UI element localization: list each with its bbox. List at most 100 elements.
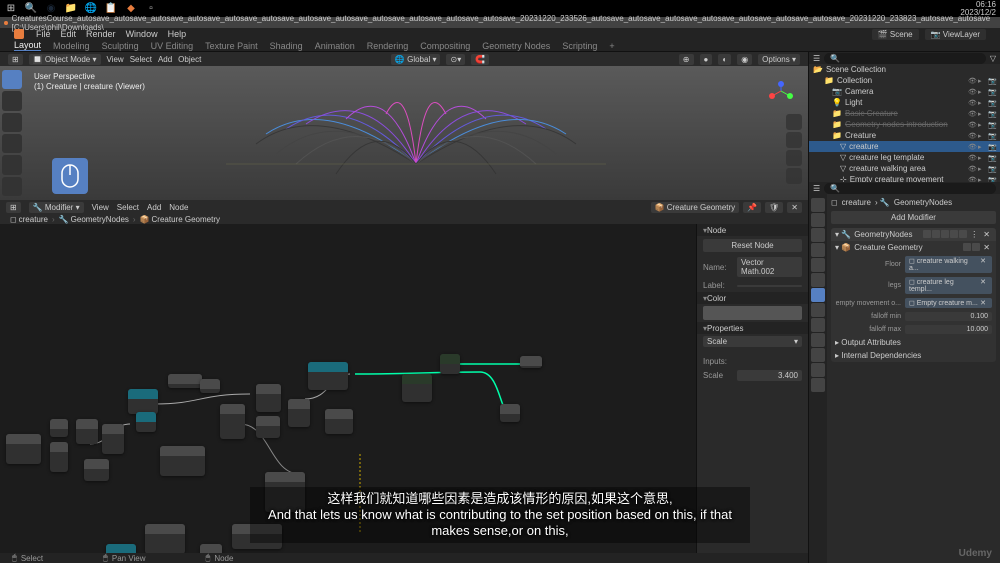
ne-menu-select[interactable]: Select — [117, 203, 139, 212]
node-editor-canvas[interactable]: Node Reset Node Name: Vector Math.002 La… — [0, 224, 808, 563]
node[interactable] — [160, 446, 205, 476]
add-modifier-button[interactable]: Add Modifier — [831, 211, 996, 224]
node[interactable] — [6, 434, 41, 464]
ng-icon[interactable] — [963, 243, 971, 251]
eye-icon[interactable]: 👁 — [968, 143, 976, 151]
menu-file[interactable]: File — [36, 29, 51, 39]
node[interactable] — [500, 404, 520, 422]
ne-menu-add[interactable]: Add — [147, 203, 161, 212]
render-icon[interactable]: 📷 — [988, 88, 996, 96]
pivot-dropdown[interactable]: ⊙▾ — [446, 54, 465, 65]
modifier-section[interactable]: ▸ Output Attributes — [831, 336, 996, 349]
tab-sculpting[interactable]: Sculpting — [102, 41, 139, 51]
perspective-tool-icon[interactable] — [786, 168, 802, 184]
node[interactable] — [50, 419, 68, 437]
node[interactable] — [256, 384, 281, 412]
pin-icon[interactable]: 📌 — [743, 202, 761, 213]
reset-node-button[interactable]: Reset Node — [703, 239, 802, 252]
node[interactable] — [232, 524, 282, 549]
node[interactable] — [76, 419, 98, 444]
select-icon[interactable]: ▸ — [978, 154, 986, 162]
eye-icon[interactable]: 👁 — [968, 99, 976, 107]
node[interactable] — [265, 472, 305, 512]
props-type-icon[interactable]: ☰ — [813, 184, 820, 193]
node-color-swatch[interactable] — [703, 306, 802, 320]
tool-select[interactable] — [2, 70, 22, 89]
ptab-output[interactable] — [811, 213, 825, 227]
select-icon[interactable]: ▸ — [978, 143, 986, 151]
node[interactable] — [84, 459, 109, 481]
node[interactable] — [440, 354, 460, 374]
clear-icon[interactable]: ✕ — [978, 257, 988, 272]
editor-type-icon[interactable]: ⊞ — [6, 202, 21, 213]
tool-cursor[interactable] — [2, 91, 22, 110]
options-dropdown[interactable]: Options ▾ — [758, 54, 800, 65]
eye-icon[interactable]: 👁 — [968, 165, 976, 173]
ptab-view[interactable] — [811, 228, 825, 242]
panel-props-title[interactable]: Properties — [697, 322, 808, 334]
outliner-item[interactable]: 📁 Basic Creature👁▸📷 — [809, 108, 1000, 119]
input-value[interactable]: ◻ creature walking a...✕ — [905, 256, 992, 273]
tab-add[interactable]: + — [609, 41, 614, 51]
mod-render-icon[interactable] — [941, 230, 949, 238]
render-icon[interactable]: 📷 — [988, 132, 996, 140]
eye-icon[interactable]: 👁 — [968, 110, 976, 118]
mod-menu-icon[interactable]: ⋮ — [968, 230, 980, 239]
eye-icon[interactable]: 👁 — [968, 132, 976, 140]
node[interactable] — [520, 356, 542, 368]
modifier-dropdown[interactable]: 🔧 Modifier ▾ — [29, 202, 84, 213]
select-icon[interactable]: ▸ — [978, 88, 986, 96]
panel-node-title[interactable]: Node — [697, 224, 808, 236]
node[interactable] — [256, 416, 280, 438]
tab-texturepaint[interactable]: Texture Paint — [205, 41, 258, 51]
crumb-modifier[interactable]: 🔧 GeometryNodes — [59, 215, 129, 224]
render-icon[interactable]: 📷 — [988, 165, 996, 173]
editor-type-dropdown[interactable]: ⊞ — [8, 54, 23, 65]
panel-color-title[interactable]: Color — [697, 292, 808, 304]
outliner-item-label[interactable]: Scene Collection — [826, 65, 886, 74]
shading-solid[interactable]: ● — [700, 54, 713, 65]
modifier-section[interactable]: ▸ Internal Dependencies — [831, 349, 996, 362]
ptab-render[interactable] — [811, 198, 825, 212]
ptab-particle[interactable] — [811, 303, 825, 317]
tool-move[interactable] — [2, 113, 22, 132]
outliner-item[interactable]: 📁 Collection👁▸📷 — [809, 75, 1000, 86]
ptab-world[interactable] — [811, 258, 825, 272]
blender-icon[interactable] — [14, 29, 24, 39]
clear-icon[interactable]: ✕ — [978, 299, 988, 307]
mod-close-icon[interactable]: ✕ — [981, 230, 992, 239]
input-value[interactable]: ◻ Empty creature m...✕ — [905, 298, 992, 308]
render-icon[interactable]: 📷 — [988, 99, 996, 107]
select-icon[interactable]: ▸ — [978, 132, 986, 140]
select-icon[interactable]: ▸ — [978, 110, 986, 118]
outliner-item[interactable]: 📷 Camera👁▸📷 — [809, 86, 1000, 97]
crumb-object[interactable]: ◻ creature — [10, 215, 48, 224]
node[interactable] — [168, 374, 202, 388]
tab-rendering[interactable]: Rendering — [367, 41, 409, 51]
node[interactable] — [325, 409, 353, 434]
ptab-scene[interactable] — [811, 243, 825, 257]
nodegroup-selector[interactable]: 📦 Creature Geometry — [651, 202, 740, 213]
select-icon[interactable]: ▸ — [978, 121, 986, 129]
outliner-item[interactable]: 💡 Light👁▸📷 — [809, 97, 1000, 108]
tool-transform[interactable] — [2, 177, 22, 196]
pan-tool-icon[interactable] — [786, 132, 802, 148]
modifier-header[interactable]: ▾ 🔧 GeometryNodes⋮✕ — [831, 228, 996, 241]
render-icon[interactable]: 📷 — [988, 110, 996, 118]
ng-icon[interactable] — [972, 243, 980, 251]
tab-compositing[interactable]: Compositing — [420, 41, 470, 51]
render-icon[interactable]: 📷 — [988, 143, 996, 151]
tab-shading[interactable]: Shading — [270, 41, 303, 51]
outliner-item[interactable]: ▽ creature walking area👁▸📷 — [809, 163, 1000, 174]
camera-tool-icon[interactable] — [786, 150, 802, 166]
vp-menu-select[interactable]: Select — [130, 55, 152, 64]
eye-icon[interactable]: 👁 — [968, 121, 976, 129]
outliner-item[interactable]: 📁 Creature👁▸📷 — [809, 130, 1000, 141]
eye-icon[interactable]: 👁 — [968, 88, 976, 96]
tab-geonodes[interactable]: Geometry Nodes — [482, 41, 550, 51]
viewlayer-selector[interactable]: 📷 ViewLayer — [925, 29, 986, 40]
select-icon[interactable]: ▸ — [978, 99, 986, 107]
ne-menu-node[interactable]: Node — [169, 203, 188, 212]
shield-icon[interactable]: 🛡 — [765, 202, 783, 213]
eye-icon[interactable]: 👁 — [968, 77, 976, 85]
